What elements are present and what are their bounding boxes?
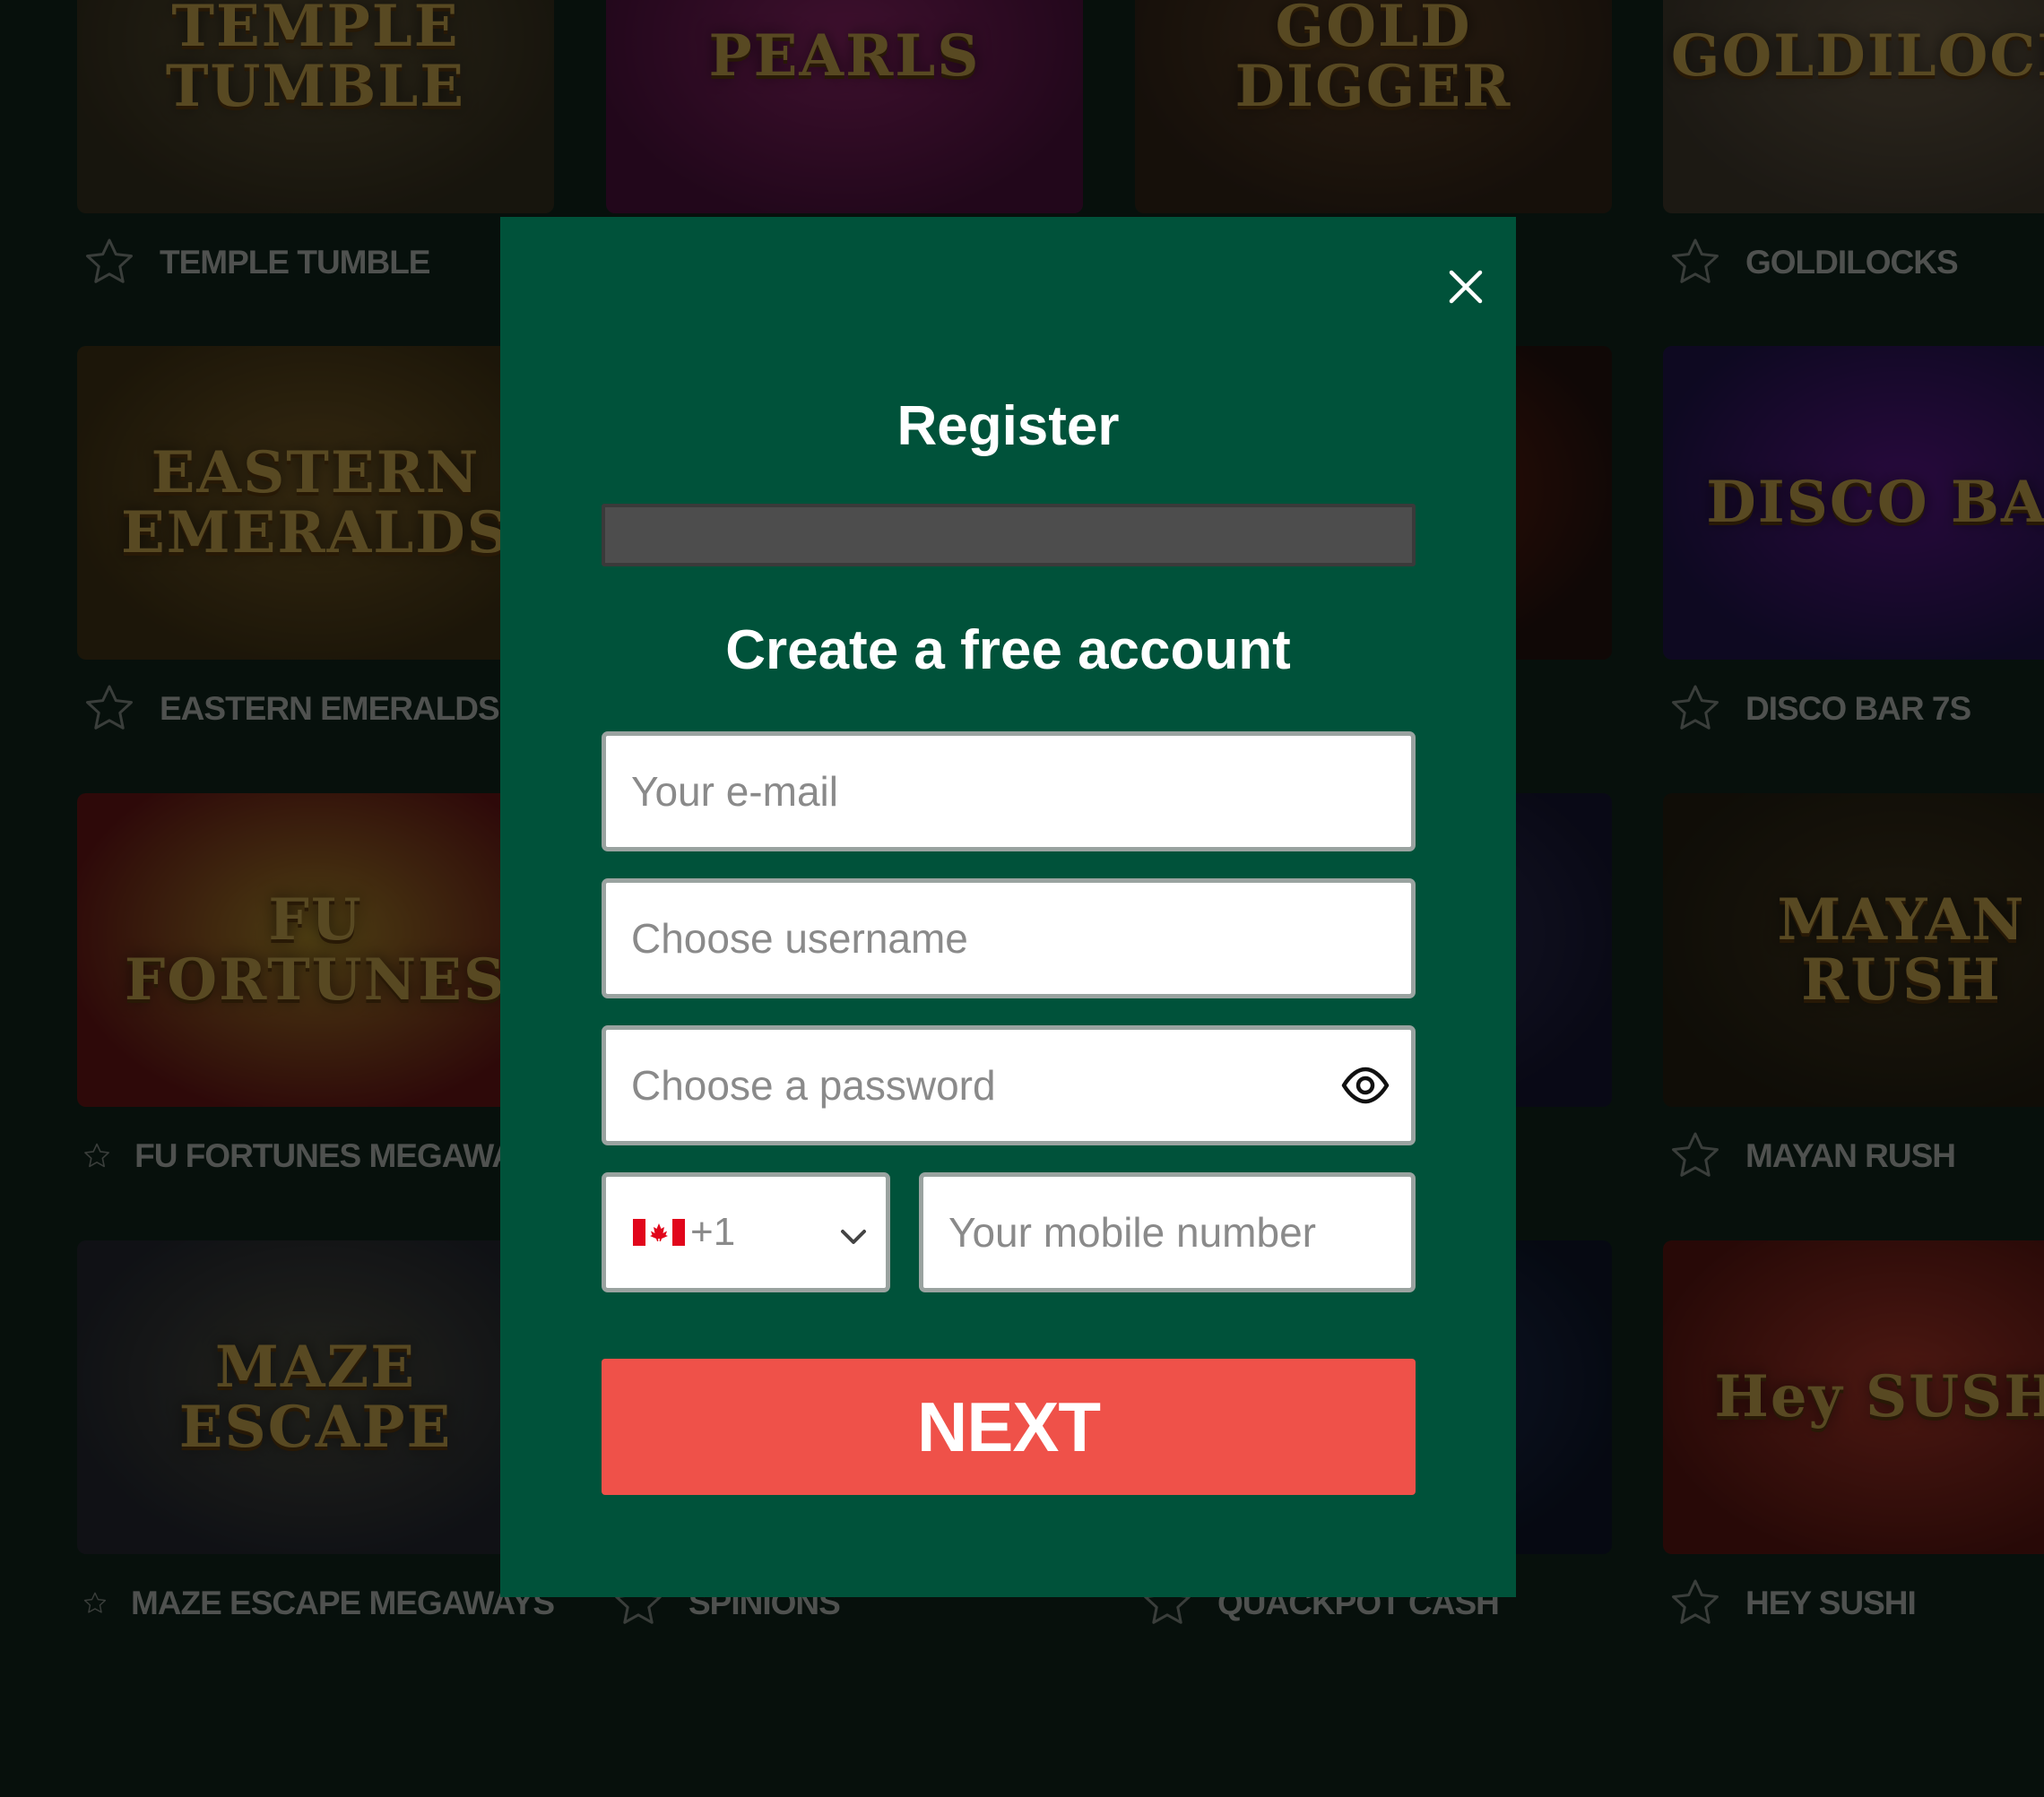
phone-country-code: +1	[690, 1210, 736, 1254]
username-field[interactable]	[602, 878, 1416, 998]
close-icon	[1449, 270, 1483, 304]
next-button[interactable]: NEXT	[602, 1359, 1416, 1495]
register-modal: Register Create a free account +1 NEXT	[500, 217, 1516, 1597]
close-button[interactable]	[1439, 260, 1493, 314]
chevron-down-icon	[841, 1230, 866, 1244]
phone-country-code-select[interactable]: +1	[602, 1172, 890, 1292]
modal-title: Register	[896, 395, 1120, 457]
mobile-number-field[interactable]	[919, 1172, 1416, 1292]
email-field[interactable]	[602, 731, 1416, 851]
password-field[interactable]	[602, 1025, 1416, 1145]
registration-progress-bar	[602, 504, 1416, 566]
eye-icon[interactable]	[1338, 1058, 1392, 1112]
password-field-wrapper	[602, 1025, 1416, 1145]
modal-subtitle: Create a free account	[725, 619, 1291, 681]
canada-flag-icon	[633, 1219, 685, 1246]
